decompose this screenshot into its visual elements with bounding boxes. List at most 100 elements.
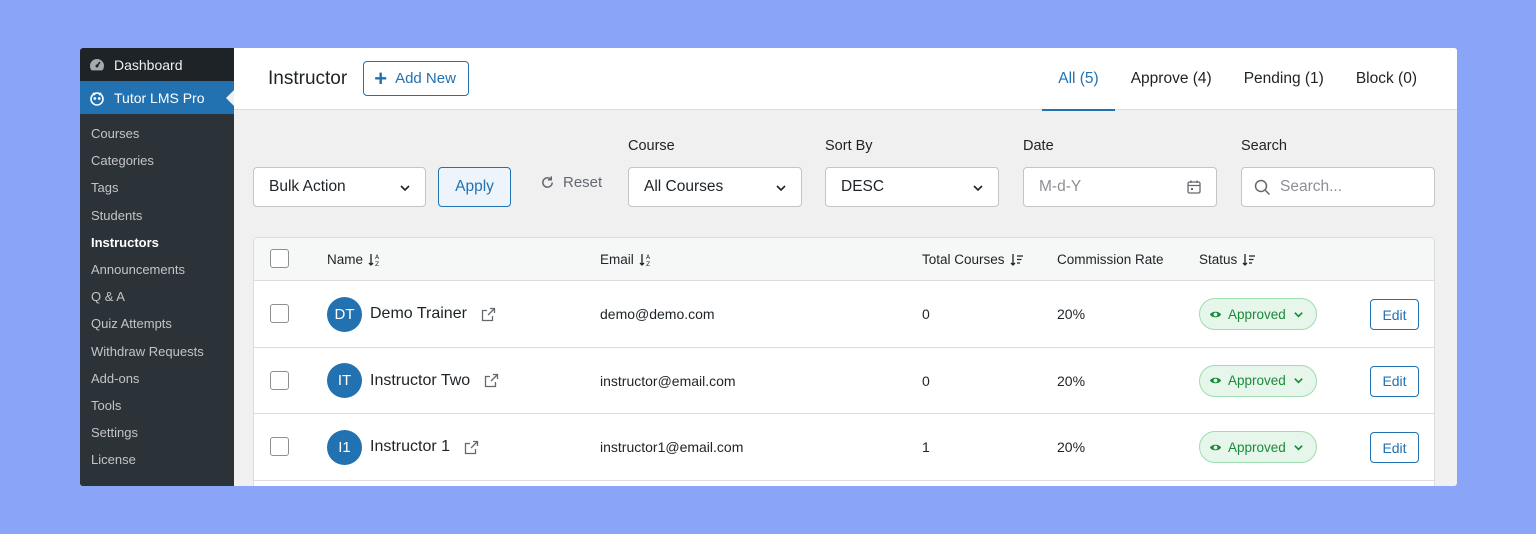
- plus-icon: +: [374, 65, 388, 91]
- table-row: IT Instructor Two instructor@email.com 0…: [254, 348, 1434, 414]
- chevron-down-icon: [1293, 442, 1304, 453]
- sidebar-item-courses[interactable]: Courses: [80, 120, 234, 147]
- select-all-checkbox[interactable]: [270, 249, 289, 268]
- instructor-name: Instructor 1: [370, 438, 451, 455]
- apply-button[interactable]: Apply: [438, 167, 511, 207]
- sidebar-item-license[interactable]: License: [80, 446, 234, 473]
- chevron-down-icon: [399, 181, 411, 199]
- sort-value: DESC: [841, 178, 885, 195]
- course-select[interactable]: All Courses: [628, 167, 802, 207]
- avatar: I1: [327, 429, 362, 465]
- column-email-label: Email: [600, 252, 634, 267]
- search-icon: [1254, 179, 1271, 201]
- row-checkbox[interactable]: [270, 304, 289, 323]
- sort-az-icon: AZ: [368, 253, 382, 267]
- instructor-name-cell: DT Demo Trainer: [327, 281, 496, 347]
- date-placeholder: M-d-Y: [1039, 178, 1082, 195]
- column-commission-rate: Commission Rate: [1057, 238, 1164, 281]
- add-new-button[interactable]: + Add New: [363, 61, 469, 96]
- sidebar-item-tools[interactable]: Tools: [80, 392, 234, 419]
- admin-sidebar: Dashboard Tutor LMS Pro Courses Categori…: [80, 48, 234, 486]
- status-dropdown[interactable]: Approved: [1199, 364, 1317, 397]
- sidebar-item-label: Dashboard: [114, 56, 183, 73]
- commission-rate: 20%: [1057, 439, 1086, 455]
- reset-button[interactable]: Reset: [540, 174, 602, 191]
- tutor-owl-icon: [89, 90, 105, 106]
- instructor-email: demo@demo.com: [600, 306, 715, 322]
- svg-text:Z: Z: [646, 261, 650, 267]
- tab-pending[interactable]: Pending (1): [1228, 48, 1340, 110]
- column-status[interactable]: Status: [1199, 238, 1256, 281]
- external-link-icon[interactable]: [464, 440, 479, 455]
- row-checkbox[interactable]: [270, 370, 289, 390]
- sidebar-item-categories[interactable]: Categories: [80, 147, 234, 174]
- total-courses: 1: [922, 439, 930, 455]
- external-link-icon[interactable]: [481, 307, 496, 322]
- row-checkbox[interactable]: [270, 437, 289, 456]
- bulk-action-select[interactable]: Bulk Action: [253, 167, 426, 207]
- column-total-courses[interactable]: Total Courses: [922, 238, 1024, 281]
- instructors-table: Name AZ Email AZ Total Courses Commissio…: [253, 237, 1435, 486]
- search-label: Search: [1241, 138, 1287, 154]
- column-total-courses-label: Total Courses: [922, 252, 1005, 267]
- sidebar-item-quiz-attempts[interactable]: Quiz Attempts: [80, 310, 234, 337]
- avatar: DT: [327, 296, 362, 332]
- page-title: Instructor: [268, 67, 348, 89]
- total-courses: 0: [922, 372, 930, 389]
- eye-icon: [1209, 374, 1222, 387]
- status-label: Approved: [1228, 439, 1286, 455]
- status-dropdown[interactable]: Approved: [1199, 298, 1317, 330]
- calendar-icon[interactable]: [1186, 179, 1202, 200]
- instructor-name: Instructor Two: [370, 371, 471, 389]
- sidebar-item-settings[interactable]: Settings: [80, 419, 234, 446]
- status-tabs: All (5) Approve (4) Pending (1) Block (0…: [1042, 48, 1433, 111]
- instructor-name-cell: I1 Instructor 1: [327, 414, 479, 480]
- course-value: All Courses: [644, 178, 724, 195]
- page-header: Instructor + Add New All (5) Approve (4)…: [234, 48, 1457, 111]
- sort-by-select[interactable]: DESC: [825, 167, 999, 207]
- main-content: Instructor + Add New All (5) Approve (4)…: [234, 48, 1457, 486]
- chevron-down-icon: [775, 181, 787, 199]
- sidebar-item-tutor-lms[interactable]: Tutor LMS Pro: [80, 81, 234, 114]
- sidebar-item-instructors[interactable]: Instructors: [80, 229, 234, 256]
- sidebar-item-dashboard[interactable]: Dashboard: [80, 48, 234, 81]
- sidebar-item-students[interactable]: Students: [80, 202, 234, 229]
- svg-text:A: A: [375, 254, 380, 261]
- external-link-icon[interactable]: [484, 373, 499, 388]
- sidebar-item-withdraw-requests[interactable]: Withdraw Requests: [80, 338, 234, 365]
- status-label: Approved: [1228, 306, 1286, 322]
- table-row: DT Demo Trainer demo@demo.com 0 20% Appr…: [254, 281, 1434, 348]
- column-name[interactable]: Name AZ: [327, 238, 382, 281]
- search-input[interactable]: Search...: [1241, 167, 1435, 207]
- edit-button[interactable]: Edit: [1370, 365, 1419, 397]
- date-filter-label: Date: [1023, 138, 1054, 154]
- tab-approve[interactable]: Approve (4): [1115, 48, 1228, 110]
- column-status-label: Status: [1199, 252, 1238, 267]
- tab-block[interactable]: Block (0): [1340, 48, 1433, 110]
- sidebar-item-add-ons[interactable]: Add-ons: [80, 365, 234, 392]
- total-courses: 0: [922, 306, 930, 322]
- table-row: I1 Instructor 1 instructor1@email.com 1 …: [254, 414, 1434, 481]
- avatar: IT: [327, 363, 362, 398]
- reset-label: Reset: [563, 174, 603, 191]
- sidebar-item-announcements[interactable]: Announcements: [80, 256, 234, 283]
- svg-text:Z: Z: [375, 261, 379, 267]
- edit-button[interactable]: Edit: [1370, 299, 1419, 330]
- edit-button[interactable]: Edit: [1370, 432, 1419, 463]
- sidebar-submenu: Courses Categories Tags Students Instruc…: [80, 114, 234, 486]
- column-email[interactable]: Email AZ: [600, 238, 653, 281]
- column-commission-label: Commission Rate: [1057, 252, 1164, 267]
- chevron-down-icon: [1293, 309, 1304, 320]
- course-filter-label: Course: [628, 138, 675, 154]
- status-cell: Approved: [1199, 348, 1317, 414]
- tab-all[interactable]: All (5): [1042, 48, 1116, 111]
- sidebar-item-tags[interactable]: Tags: [80, 174, 234, 201]
- sort-by-label: Sort By: [825, 138, 873, 154]
- sidebar-item-qa[interactable]: Q & A: [80, 283, 234, 310]
- status-dropdown[interactable]: Approved: [1199, 431, 1317, 463]
- add-new-label: Add New: [395, 70, 456, 87]
- sort-number-icon: [1242, 253, 1256, 267]
- date-input[interactable]: M-d-Y: [1023, 167, 1217, 207]
- dashboard-gauge-icon: [89, 57, 105, 73]
- bulk-action-value: Bulk Action: [269, 178, 346, 195]
